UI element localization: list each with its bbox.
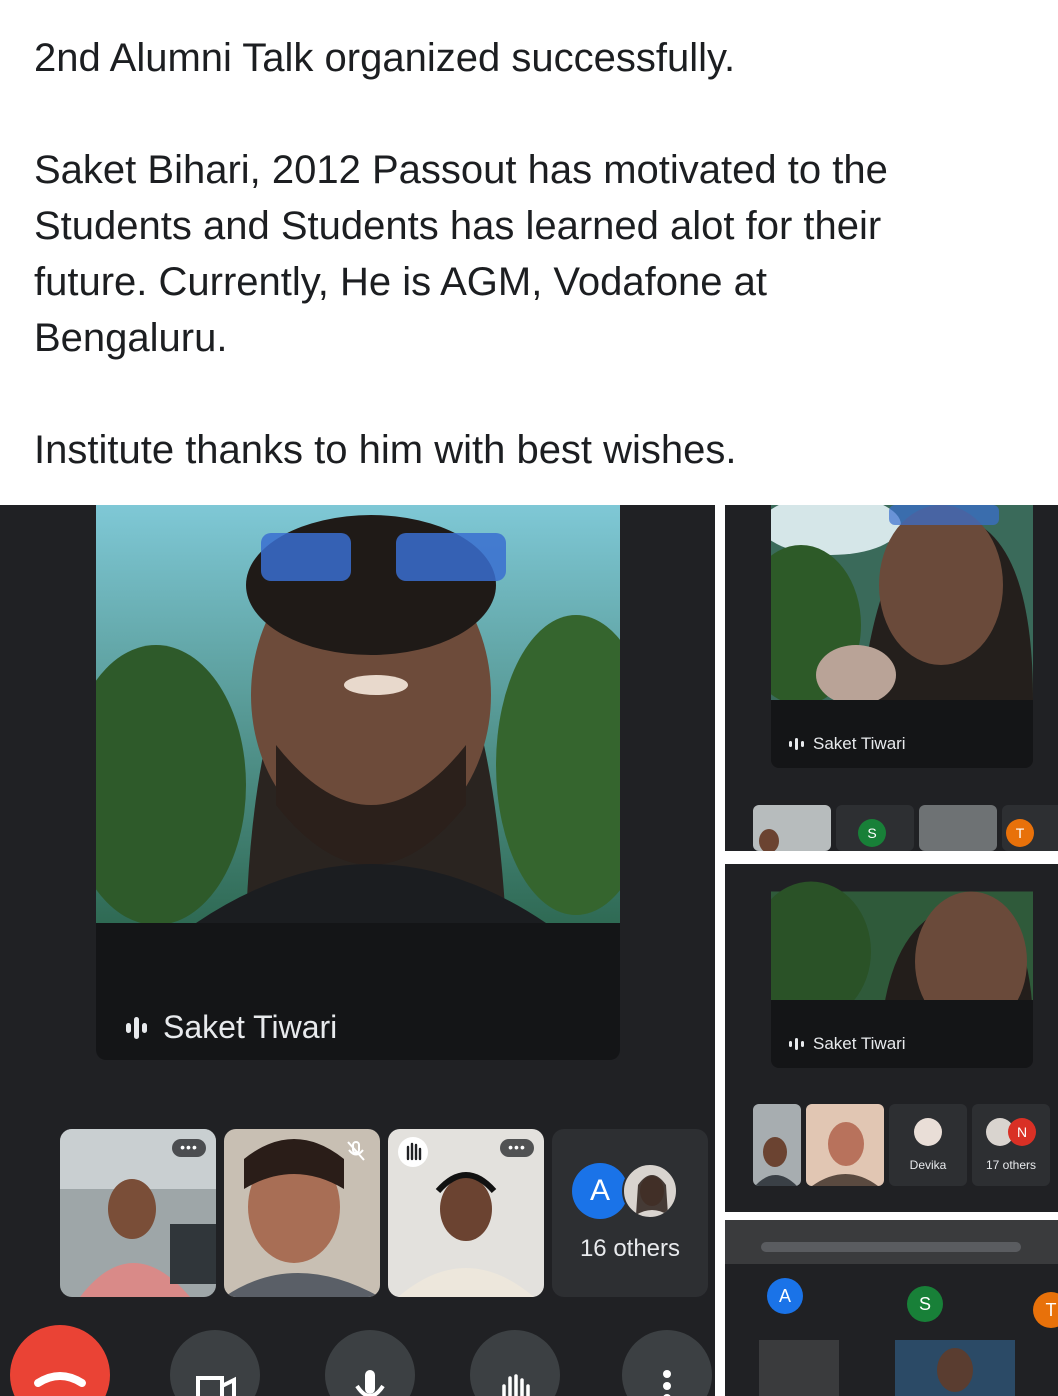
meet-screenshot-main[interactable]: Saket Tiwari ••• ••• A 16 others [0, 505, 715, 1396]
post-text: 2nd Alumni Talk organized successfully. … [34, 30, 1024, 478]
meet-screenshot-top-right[interactable]: Saket Tiwari S T [725, 505, 1058, 851]
camera-icon [196, 1376, 236, 1396]
participant-tile[interactable]: ••• [60, 1129, 216, 1297]
post-body-line: Bengaluru. [34, 316, 228, 360]
speaker-name: Saket Tiwari [163, 1009, 338, 1045]
meet-screenshot-bottom-right[interactable]: A S T [725, 1220, 1058, 1396]
avatar: A [767, 1278, 803, 1314]
more-options-icon[interactable]: ••• [500, 1139, 534, 1157]
browser-toolbar [725, 1220, 1058, 1264]
avatar: S [858, 819, 886, 847]
microphone-icon [355, 1370, 385, 1396]
others-tile[interactable]: N 17 others [972, 1104, 1050, 1186]
avatar: T [1033, 1292, 1058, 1328]
participant-tile[interactable] [919, 805, 997, 851]
participant-tile[interactable]: S [836, 805, 914, 851]
speaker-video-frame [771, 505, 1033, 700]
speaker-name-bar: Saket Tiwari [96, 923, 620, 1060]
participant-tiles: S T [753, 805, 1058, 851]
speaker-video[interactable]: Saket Tiwari [96, 505, 620, 1060]
participant-tile[interactable] [753, 1104, 801, 1186]
avatar: A [572, 1163, 628, 1219]
participant-tiles: Devika N 17 others [753, 1104, 1050, 1186]
others-count: 16 others [579, 1235, 681, 1262]
speaker-name: Saket Tiwari [813, 1034, 906, 1053]
avatar: T [1006, 819, 1034, 847]
audio-level-icon [789, 738, 804, 750]
others-count: 17 others [985, 1158, 1037, 1172]
speaker-name: Saket Tiwari [813, 734, 906, 753]
avatar [622, 1163, 678, 1219]
post-body-line: future. Currently, He is AGM, Vodafone a… [34, 260, 767, 304]
audio-level-icon [126, 1016, 147, 1039]
post-body-line: Students and Students has learned alot f… [34, 204, 882, 248]
microphone-button[interactable] [325, 1330, 415, 1396]
raise-hand-button[interactable] [470, 1330, 560, 1396]
avatar [914, 1118, 942, 1146]
speaker-video-frame [96, 505, 620, 923]
speaker-name-bar: Saket Tiwari [771, 1000, 1033, 1068]
phone-icon [34, 1372, 86, 1387]
more-options-button[interactable] [622, 1330, 712, 1396]
photo-collage[interactable]: Saket Tiwari ••• ••• A 16 others Saket T… [0, 505, 1058, 1396]
participant-tile[interactable]: T [1002, 805, 1058, 851]
post-headline: 2nd Alumni Talk organized successfully. [34, 36, 736, 80]
participant-tiles: ••• ••• A 16 others [60, 1129, 708, 1299]
participant-tile[interactable] [806, 1104, 884, 1186]
post-body-line: Saket Bihari, 2012 Passout has motivated… [34, 148, 888, 192]
audio-level-icon [789, 1038, 804, 1050]
avatar: S [907, 1286, 943, 1322]
avatar: N [1008, 1118, 1036, 1146]
post-closing: Institute thanks to him with best wishes… [34, 428, 737, 472]
hang-up-button[interactable] [10, 1325, 110, 1396]
meet-screenshot-middle-right[interactable]: Saket Tiwari Devika N 17 others [725, 860, 1058, 1212]
speaker-name-bar: Saket Tiwari [771, 700, 1033, 768]
participant-tile[interactable]: Devika [889, 1104, 967, 1186]
participant-name: Devika [909, 1158, 947, 1172]
participant-tile[interactable]: ••• [388, 1129, 544, 1297]
address-bar[interactable] [761, 1242, 1021, 1252]
participant-video-frame [759, 1340, 1015, 1396]
hand-icon [502, 1374, 530, 1396]
participant-tile[interactable] [224, 1129, 380, 1297]
others-tile[interactable]: A 16 others [552, 1129, 708, 1297]
call-controls [0, 1325, 715, 1396]
raised-hand-icon [398, 1137, 428, 1167]
participant-tile[interactable] [753, 805, 831, 851]
more-options-icon[interactable]: ••• [172, 1139, 206, 1157]
mic-off-icon [347, 1141, 365, 1161]
more-vertical-icon [663, 1370, 671, 1396]
camera-button[interactable] [170, 1330, 260, 1396]
